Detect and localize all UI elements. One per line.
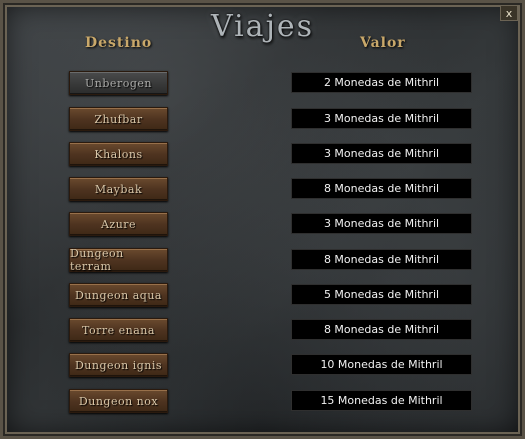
destination-button-dungeon-ignis[interactable]: Dungeon ignis — [69, 353, 168, 377]
destination-button-dungeon-terram[interactable]: Dungeon terram — [69, 247, 168, 273]
close-button[interactable]: x — [500, 5, 518, 21]
travel-row: Dungeon terram 8 Monedas de Mithril — [3, 247, 525, 274]
header-valor: Valor — [360, 35, 406, 51]
travel-row: Maybak 8 Monedas de Mithril — [3, 177, 525, 203]
cost-field: 3 Monedas de Mithril — [291, 213, 472, 234]
destination-button-maybak[interactable]: Maybak — [69, 177, 168, 201]
cost-field: 8 Monedas de Mithril — [291, 178, 472, 199]
destination-button-azure[interactable]: Azure — [69, 212, 168, 236]
destination-button-dungeon-nox[interactable]: Dungeon nox — [69, 389, 168, 413]
destination-button-dungeon-aqua[interactable]: Dungeon aqua — [69, 283, 168, 307]
cost-field: 2 Monedas de Mithril — [291, 72, 472, 93]
header-destino: Destino — [85, 35, 153, 51]
destination-button-zhufbar[interactable]: Zhufbar — [69, 107, 168, 131]
cost-field: 8 Monedas de Mithril — [291, 249, 472, 270]
cost-field: 3 Monedas de Mithril — [291, 108, 472, 129]
travel-row: Unberogen 2 Monedas de Mithril — [3, 71, 525, 97]
travel-row: Khalons 3 Monedas de Mithril — [3, 142, 525, 168]
window-title: Viajes — [210, 9, 315, 44]
travel-row: Torre enana 8 Monedas de Mithril — [3, 318, 525, 344]
destination-button-unberogen[interactable]: Unberogen — [69, 71, 168, 95]
travel-row: Dungeon aqua 5 Monedas de Mithril — [3, 283, 525, 309]
travel-row: Dungeon nox 15 Monedas de Mithril — [3, 389, 525, 415]
travel-row: Zhufbar 3 Monedas de Mithril — [3, 107, 525, 133]
travel-window: Viajes x Destino Valor Unberogen 2 Moned… — [0, 0, 525, 439]
cost-field: 10 Monedas de Mithril — [291, 354, 472, 375]
destination-button-khalons[interactable]: Khalons — [69, 142, 168, 166]
travel-row: Azure 3 Monedas de Mithril — [3, 212, 525, 238]
cost-field: 8 Monedas de Mithril — [291, 319, 472, 340]
cost-field: 5 Monedas de Mithril — [291, 284, 472, 305]
cost-field: 15 Monedas de Mithril — [291, 390, 472, 411]
travel-row: Dungeon ignis 10 Monedas de Mithril — [3, 353, 525, 379]
destination-button-torre-enana[interactable]: Torre enana — [69, 318, 168, 342]
cost-field: 3 Monedas de Mithril — [291, 143, 472, 164]
